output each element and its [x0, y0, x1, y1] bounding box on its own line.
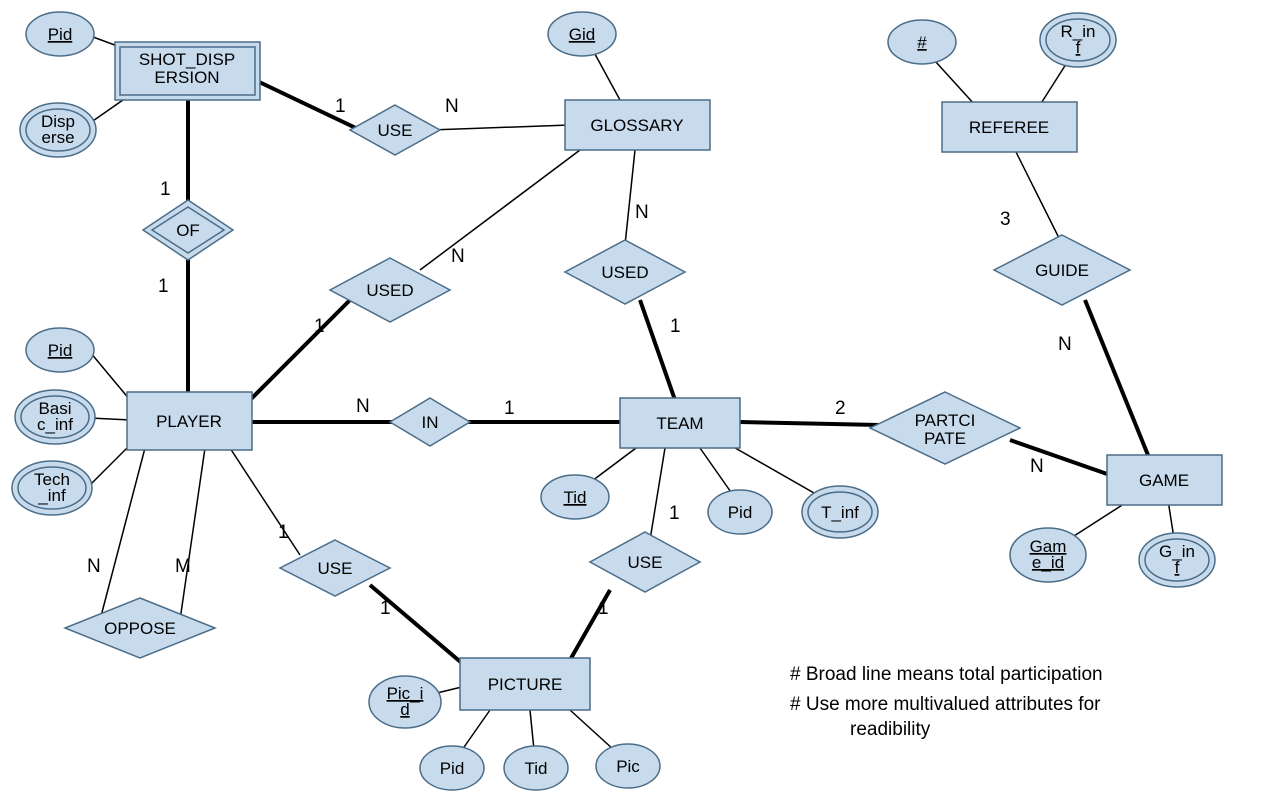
svg-text:ERSION: ERSION: [154, 68, 219, 87]
svg-text:USE: USE: [378, 121, 413, 140]
svg-text:REFEREE: REFEREE: [969, 118, 1049, 137]
card-sd-use-n: N: [445, 96, 459, 117]
attr-sd-pid: Pid: [26, 12, 94, 56]
card-partic-2: 2: [835, 398, 846, 419]
attr-game-ginf: G_in f: [1139, 533, 1215, 587]
svg-text:GUIDE: GUIDE: [1035, 261, 1089, 280]
er-diagram: SHOT_DISP ERSION GLOSSARY REFEREE PLAYER…: [0, 0, 1268, 793]
card-guide-3: 3: [1000, 209, 1011, 230]
card-use-tp-1a: 1: [669, 503, 680, 524]
rel-of: OF: [143, 200, 233, 260]
card-oppose-m: M: [175, 556, 191, 577]
svg-text:USED: USED: [366, 281, 413, 300]
rel-guide: GUIDE: [994, 235, 1130, 305]
card-used-tg-1: 1: [670, 316, 681, 337]
svg-text:e_id: e_id: [1032, 553, 1064, 572]
svg-text:#: #: [917, 33, 927, 52]
svg-text:Pic: Pic: [616, 757, 640, 776]
attr-team-tid: Tid: [541, 475, 609, 519]
svg-text:Pid: Pid: [48, 341, 73, 360]
rel-participate: PARTCI PATE: [870, 392, 1020, 464]
svg-text:TEAM: TEAM: [656, 414, 703, 433]
card-of-player-1: 1: [158, 276, 169, 297]
svg-text:GAME: GAME: [1139, 471, 1189, 490]
rel-oppose: OPPOSE: [65, 598, 215, 658]
card-oppose-n: N: [87, 556, 101, 577]
entity-shot-dispersion: SHOT_DISP ERSION: [115, 42, 260, 100]
note-line-2: # Use more multivalued attributes for: [790, 694, 1101, 715]
svg-text:PLAYER: PLAYER: [156, 412, 222, 431]
rel-use-team-picture: USE: [590, 532, 700, 592]
svg-text:c_inf: c_inf: [37, 415, 73, 434]
entity-game: GAME: [1107, 455, 1222, 505]
card-partic-n: N: [1030, 456, 1044, 477]
note-line-1: # Broad line means total participation: [790, 664, 1103, 685]
note-line-3: readibility: [850, 719, 931, 740]
attr-referee-rinf: R_in f: [1040, 13, 1116, 67]
rel-in: IN: [390, 398, 470, 446]
card-of-sd-1: 1: [160, 179, 171, 200]
svg-text:PATE: PATE: [924, 429, 966, 448]
svg-text:PARTCI: PARTCI: [915, 411, 976, 430]
rel-use-sd-glossary: USE: [350, 105, 440, 155]
attr-player-tech-inf: Tech _inf: [12, 461, 92, 515]
svg-text:GLOSSARY: GLOSSARY: [590, 116, 683, 135]
card-used-tg-n: N: [635, 202, 649, 223]
svg-text:d: d: [400, 700, 409, 719]
attr-picture-pic-id: Pic_i d: [369, 676, 441, 728]
svg-text:T_inf: T_inf: [821, 503, 859, 522]
rel-used-player-glossary: USED: [330, 258, 450, 322]
card-sd-use-1: 1: [335, 96, 346, 117]
attr-sd-disperse: Disp erse: [20, 103, 96, 157]
attr-game-id: Gam e_id: [1010, 528, 1086, 582]
attr-picture-pid: Pid: [420, 746, 484, 790]
svg-text:USE: USE: [318, 559, 353, 578]
attr-picture-tid: Tid: [504, 746, 568, 790]
attr-player-pid: Pid: [26, 328, 94, 372]
svg-text:PICTURE: PICTURE: [488, 675, 563, 694]
card-guide-n: N: [1058, 334, 1072, 355]
svg-text:Pid: Pid: [728, 503, 753, 522]
attr-team-tinf: T_inf: [802, 486, 878, 538]
card-use-pp-1a: 1: [278, 522, 289, 543]
entity-team: TEAM: [620, 398, 740, 448]
svg-text:USE: USE: [628, 553, 663, 572]
attr-player-basic-inf: Basi c_inf: [15, 390, 95, 444]
svg-text:Pid: Pid: [48, 25, 73, 44]
svg-text:f: f: [1175, 558, 1180, 577]
svg-text:OPPOSE: OPPOSE: [104, 619, 176, 638]
card-in-n: N: [356, 396, 370, 417]
svg-text:Gid: Gid: [569, 25, 595, 44]
svg-text:OF: OF: [176, 221, 200, 240]
entity-player: PLAYER: [127, 392, 252, 450]
card-use-tp-1b: 1: [598, 598, 609, 619]
svg-text:f: f: [1076, 38, 1081, 57]
attr-referee-num: #: [888, 20, 956, 64]
svg-text:Tid: Tid: [564, 488, 587, 507]
svg-text:_inf: _inf: [37, 486, 66, 505]
svg-text:erse: erse: [41, 128, 74, 147]
entity-picture: PICTURE: [460, 658, 590, 710]
card-in-1: 1: [504, 398, 515, 419]
card-use-pp-1b: 1: [380, 598, 391, 619]
svg-text:Tid: Tid: [525, 759, 548, 778]
card-used-pg-n: N: [451, 246, 465, 267]
svg-text:IN: IN: [422, 413, 439, 432]
svg-text:Pid: Pid: [440, 759, 465, 778]
entity-referee: REFEREE: [942, 102, 1077, 152]
svg-text:SHOT_DISP: SHOT_DISP: [139, 50, 235, 69]
attr-glossary-gid: Gid: [548, 12, 616, 56]
attr-picture-pic: Pic: [596, 744, 660, 788]
card-used-pg-1: 1: [314, 316, 325, 337]
entity-glossary: GLOSSARY: [565, 100, 710, 150]
rel-used-team-glossary: USED: [565, 240, 685, 304]
svg-text:USED: USED: [601, 263, 648, 282]
attr-team-pid: Pid: [708, 490, 772, 534]
